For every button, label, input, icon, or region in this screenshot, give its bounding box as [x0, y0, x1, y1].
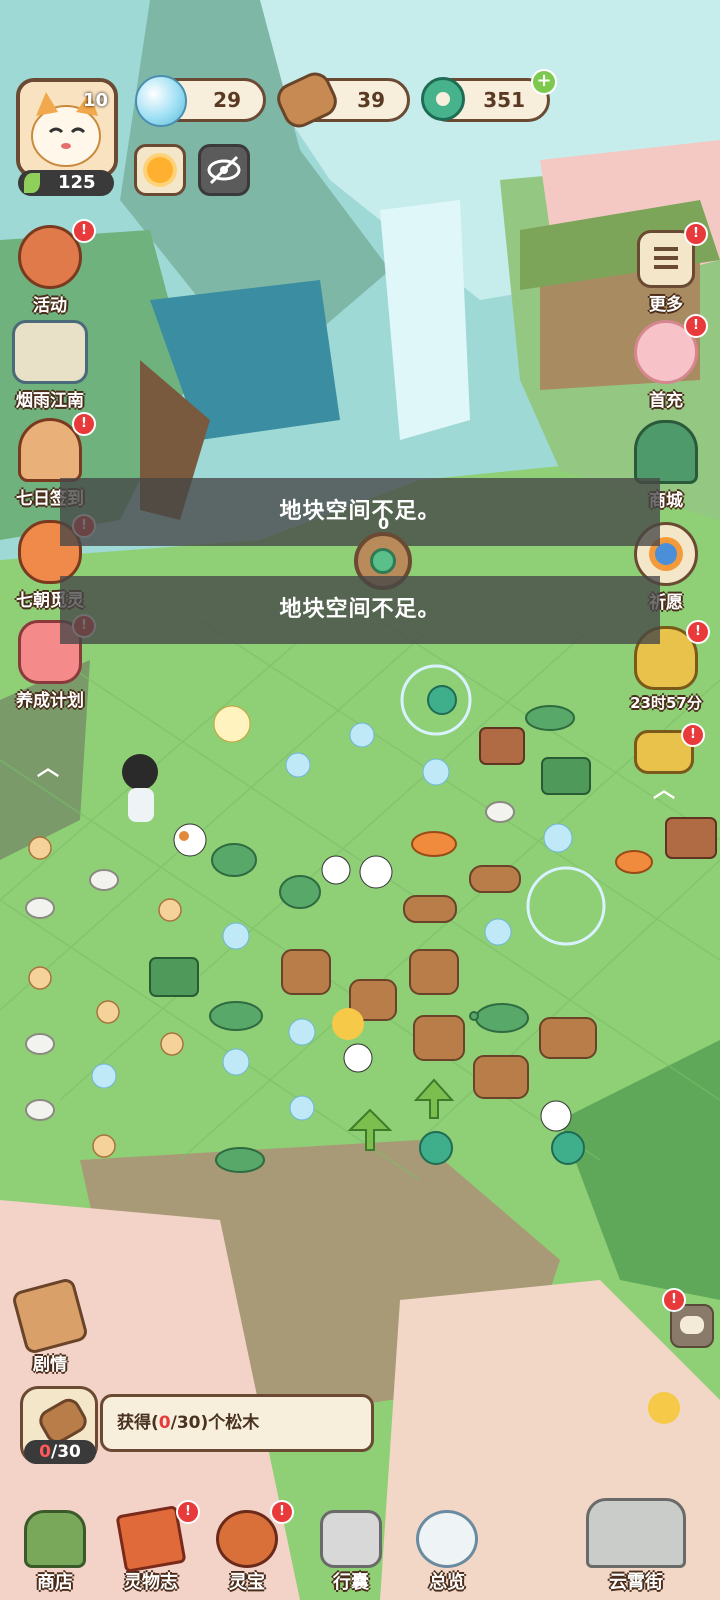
wood-log-items: [281, 865, 597, 1099]
game-scene: [0, 0, 720, 1600]
nav-shop[interactable]: 商店: [10, 1510, 100, 1594]
left-menu-yanyu-jiangnan[interactable]: 烟雨江南: [10, 320, 90, 411]
energy-value: 125: [58, 172, 96, 193]
jade-coin-icon: [421, 77, 465, 121]
notification-badge: !: [684, 314, 708, 338]
gate-icon: [586, 1498, 686, 1568]
nav-label: 总览: [429, 1572, 465, 1593]
energy-bar: 125: [18, 170, 114, 196]
bubble-count: 29: [213, 88, 241, 112]
jade-ring-icon: [370, 548, 396, 574]
leaf-icon: [24, 173, 40, 193]
notification-badge: !: [176, 1500, 200, 1524]
quest-prefix: 获得(: [117, 1413, 159, 1433]
right-menu-label: 更多: [649, 295, 683, 315]
player-avatar[interactable]: 10: [16, 78, 118, 178]
player-level: 10: [82, 90, 108, 111]
notification-badge: !: [72, 412, 96, 436]
left-menu-label: 烟雨江南: [16, 391, 84, 411]
story-button[interactable]: 剧情: [10, 1276, 90, 1375]
jade-coin-resource[interactable]: 351 +: [421, 69, 557, 122]
add-coin-button[interactable]: +: [531, 69, 557, 95]
notification-badge: !: [72, 219, 96, 243]
scroll-icon: [10, 1276, 90, 1356]
chevron-up-icon: ︿: [652, 778, 675, 803]
eye-off-icon: [207, 155, 241, 185]
lily-pad-items: [209, 705, 575, 1173]
notification-badge: !: [270, 1500, 294, 1524]
left-menu-activity[interactable]: ! 活动: [10, 219, 96, 316]
weather-sun-button[interactable]: [134, 144, 186, 196]
nav-cloud-street[interactable]: 云霄街: [576, 1498, 696, 1594]
quest-current: 0: [158, 1413, 171, 1433]
shop-stall-icon: [24, 1510, 86, 1568]
nav-spirit-treasure[interactable]: ! 灵宝: [202, 1500, 294, 1594]
toast-message: 地块空间不足。: [60, 576, 660, 644]
teapot-icon: [416, 1510, 478, 1568]
notification-badge: !: [662, 1288, 686, 1312]
jade-coin-count: 351: [483, 88, 525, 112]
quest-progress-current: 0: [39, 1442, 51, 1462]
nav-label: 行囊: [333, 1572, 369, 1593]
collapse-right-menu-button[interactable]: ︿: [650, 780, 678, 802]
chat-button[interactable]: !: [662, 1288, 714, 1348]
nav-inventory[interactable]: 行囊: [306, 1510, 396, 1594]
quest-panel[interactable]: 获得(0/30)个松木 0/30: [20, 1386, 374, 1466]
chevron-up-icon: ︿: [36, 756, 59, 781]
notification-badge: !: [686, 620, 710, 644]
quest-progress: 0/30: [24, 1440, 96, 1464]
nav-label: 灵物志: [124, 1572, 178, 1593]
quest-suffix: /30)个松木: [170, 1413, 260, 1433]
right-menu-more[interactable]: ! 更多: [626, 222, 708, 315]
backpack-icon: [320, 1510, 382, 1568]
collapse-left-menu-button[interactable]: ︿: [34, 758, 62, 780]
story-label: 剧情: [33, 1355, 67, 1375]
nav-label: 灵宝: [229, 1572, 265, 1593]
quest-progress-total: /30: [50, 1442, 81, 1462]
wood-count: 39: [357, 88, 385, 112]
notification-badge: !: [684, 222, 708, 246]
merge-board[interactable]: [0, 0, 720, 1600]
water-bubble-icon: [135, 75, 187, 127]
toast-message: 地块空间不足。: [60, 478, 660, 546]
timed-bag-secondary[interactable]: !: [634, 723, 705, 774]
bubble-resource[interactable]: 29: [135, 75, 266, 127]
nav-spirit-guide[interactable]: ! 灵物志: [106, 1500, 200, 1594]
shop-pavilion-icon: [634, 420, 698, 484]
chat-icon: [680, 1316, 704, 1334]
nav-label: 商店: [37, 1572, 73, 1593]
red-panda-icon: [216, 1510, 278, 1568]
notification-badge: !: [681, 723, 705, 747]
quest-text-box: 获得(0/30)个松木: [100, 1394, 374, 1452]
right-menu-label: 首充: [649, 391, 683, 411]
nav-overview[interactable]: 总览: [402, 1510, 492, 1594]
sun-icon: [147, 157, 173, 183]
wood-resource[interactable]: 39: [271, 67, 410, 133]
character-sprites: [122, 705, 680, 1424]
right-menu-first-recharge[interactable]: ! 首充: [626, 314, 708, 411]
countdown-timer: 23时57分: [630, 694, 702, 712]
bottom-nav-bar: 商店 ! 灵物志 ! 灵宝 行囊 总览 云霄街: [0, 1488, 720, 1600]
left-menu-label: 养成计划: [16, 691, 84, 711]
left-menu-label: 活动: [33, 296, 67, 316]
selector-count: 0: [378, 514, 390, 533]
pavilion-icon: [12, 320, 88, 384]
fish-item: [411, 831, 653, 874]
hide-ui-button[interactable]: [198, 144, 250, 196]
nav-label: 云霄街: [609, 1572, 663, 1593]
